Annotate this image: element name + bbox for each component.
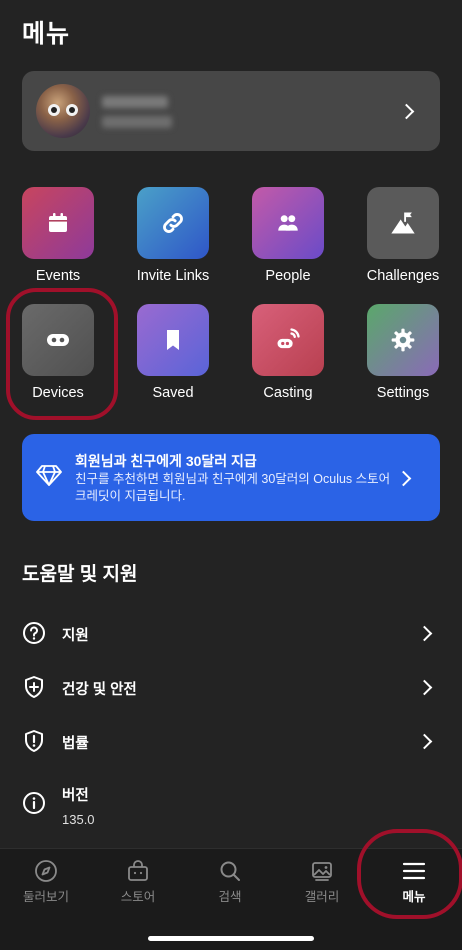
search-icon: [218, 859, 242, 883]
tile-events[interactable]: Events: [0, 187, 116, 297]
tile-label: Events: [35, 268, 81, 284]
help-item-version: 버전 135.0: [22, 773, 440, 833]
help-item-label: 건강 및 안전: [62, 682, 137, 698]
highlight-devices: [6, 288, 118, 420]
chevron-right-icon: [416, 679, 433, 696]
chevron-right-icon: [416, 625, 433, 642]
calendar-icon: [22, 187, 94, 259]
gear-icon: [367, 304, 439, 376]
chevron-right-icon: [395, 470, 412, 487]
highlight-menu-tab: [357, 829, 462, 919]
tile-invite-links[interactable]: Invite Links: [115, 187, 231, 297]
tile-people[interactable]: People: [230, 187, 346, 297]
tile-saved[interactable]: Saved: [115, 304, 231, 414]
avatar: [36, 84, 90, 138]
promo-title: 회원님과 친구에게 30달러 지급: [75, 453, 257, 469]
tile-label: Challenges: [366, 268, 440, 284]
people-icon: [252, 187, 324, 259]
help-item-legal[interactable]: 법률: [22, 721, 440, 761]
store-bag-icon: [126, 859, 150, 883]
tab-store[interactable]: 스토어: [92, 859, 184, 909]
tab-gallery[interactable]: 갤러리: [276, 859, 368, 909]
promo-body: 친구를 추천하면 회원님과 친구에게 30달러의 Oculus 스토어 크레딧이…: [75, 472, 391, 503]
help-item-label: 법률: [62, 736, 89, 752]
referral-promo-banner[interactable]: 회원님과 친구에게 30달러 지급 친구를 추천하면 회원님과 친구에게 30달…: [22, 434, 440, 521]
help-item-label: 지원: [62, 628, 89, 644]
help-item-support[interactable]: 지원: [22, 613, 440, 653]
home-indicator: [148, 936, 314, 941]
tile-label: People: [265, 268, 311, 284]
question-icon: [22, 621, 46, 645]
diamond-icon: [36, 464, 62, 491]
tab-label: 갤러리: [304, 890, 340, 904]
link-icon: [137, 187, 209, 259]
tile-label: Casting: [263, 385, 313, 401]
tab-explore[interactable]: 둘러보기: [0, 859, 92, 909]
tab-label: 검색: [218, 890, 242, 904]
gallery-icon: [310, 859, 334, 883]
profile-card[interactable]: [22, 71, 440, 151]
help-item-label: 버전: [62, 788, 89, 804]
tile-challenges[interactable]: Challenges: [345, 187, 461, 297]
tile-label: Settings: [376, 385, 430, 401]
bookmark-icon: [137, 304, 209, 376]
tile-label: Invite Links: [136, 268, 210, 284]
profile-name-blurred: [102, 96, 168, 108]
tab-search[interactable]: 검색: [184, 859, 276, 909]
help-item-health-safety[interactable]: 건강 및 안전: [22, 667, 440, 707]
tile-label: Saved: [152, 385, 194, 401]
tile-casting[interactable]: Casting: [230, 304, 346, 414]
flag-mountain-icon: [367, 187, 439, 259]
profile-id-blurred: [102, 116, 172, 128]
help-section-heading: 도움말 및 지원: [22, 564, 138, 585]
casting-icon: [252, 304, 324, 376]
tab-label: 스토어: [120, 890, 156, 904]
compass-icon: [34, 859, 58, 883]
version-value: 135.0: [62, 812, 95, 827]
shield-alert-icon: [22, 729, 46, 753]
tile-settings[interactable]: Settings: [345, 304, 461, 414]
chevron-right-icon: [398, 103, 415, 120]
info-icon: [22, 791, 46, 815]
tab-label: 둘러보기: [22, 890, 69, 904]
chevron-right-icon: [416, 733, 433, 750]
page-title: 메뉴: [22, 20, 71, 48]
shield-plus-icon: [22, 675, 46, 699]
